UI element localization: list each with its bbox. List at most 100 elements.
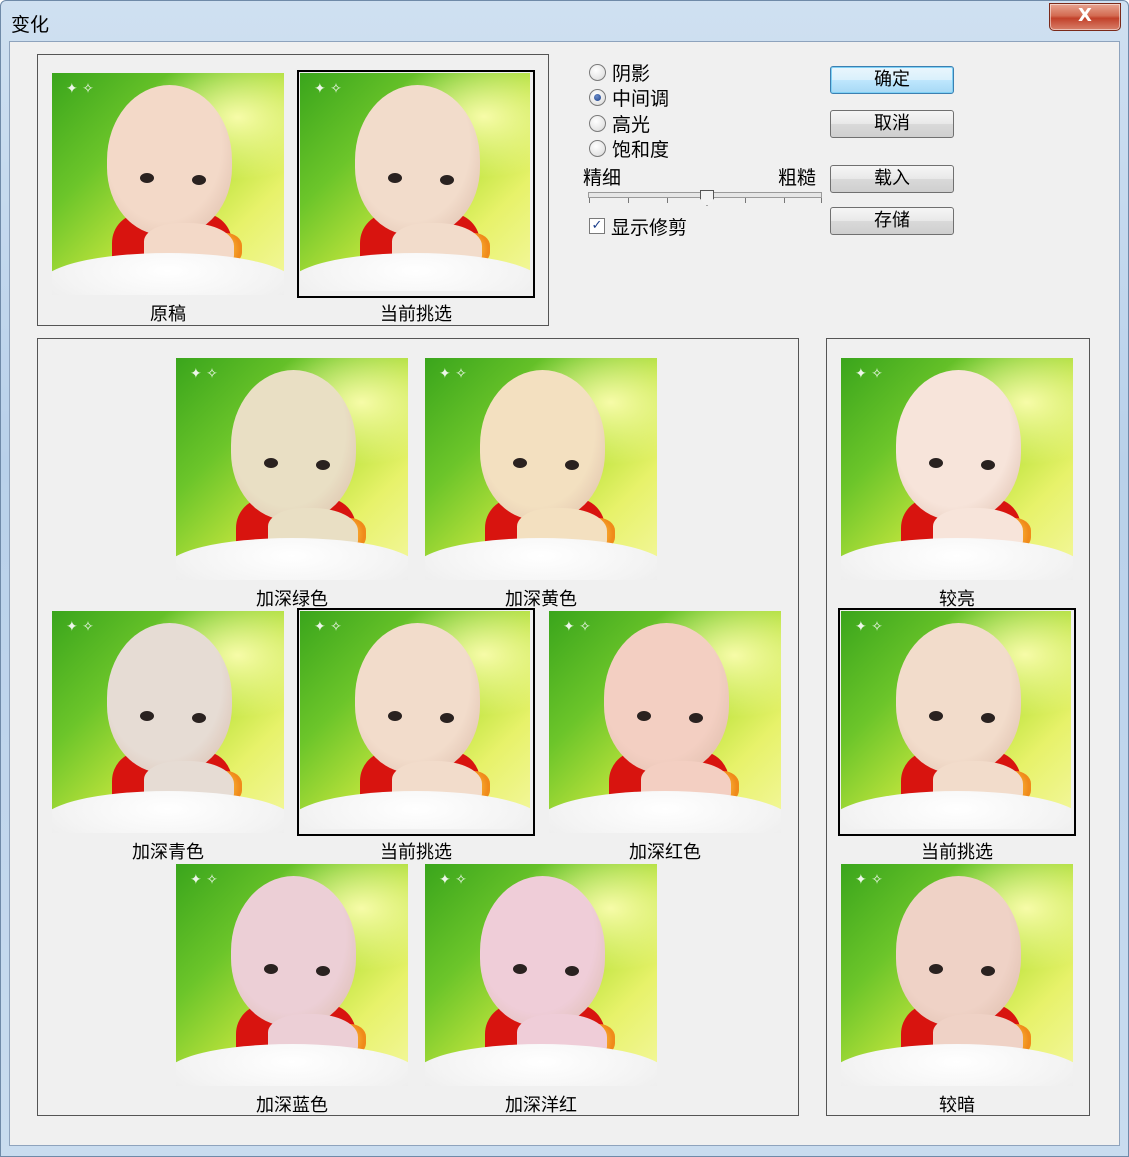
white-fur — [425, 1044, 657, 1086]
slider-tick — [784, 198, 785, 203]
baby-photo: ✦ ✧ — [841, 864, 1073, 1086]
baby-head — [896, 876, 1021, 1026]
sparkle-decoration: ✦ ✧ — [190, 366, 218, 382]
radio-shadows-label: 阴影 — [612, 62, 651, 85]
eye — [981, 713, 995, 723]
white-fur — [176, 538, 408, 580]
show-clipping-checkbox-row[interactable]: ✓ 显示修剪 — [589, 215, 688, 239]
eye — [981, 966, 995, 976]
white-fur — [549, 791, 781, 833]
baby-photo: ✦ ✧ — [425, 864, 657, 1086]
radio-highlights-label: 高光 — [612, 113, 651, 136]
eye — [565, 966, 579, 976]
slider-tick — [667, 198, 668, 203]
more-red-caption: 加深红色 — [629, 842, 701, 863]
eye — [388, 711, 402, 721]
current-pick-thumbnail-right: ✦ ✧ — [838, 608, 1076, 836]
sparkle-decoration: ✦ ✧ — [855, 619, 883, 635]
darker-thumbnail[interactable]: ✦ ✧ — [841, 864, 1073, 1086]
sparkle-decoration: ✦ ✧ — [66, 619, 94, 635]
show-clipping-label: 显示修剪 — [611, 216, 688, 239]
eye — [440, 713, 454, 723]
more-magenta-thumbnail[interactable]: ✦ ✧ — [425, 864, 657, 1086]
baby-photo: ✦ ✧ — [549, 611, 781, 833]
radio-midtones[interactable]: 中间调 — [589, 86, 670, 110]
more-blue-caption: 加深蓝色 — [256, 1095, 328, 1116]
variations-dialog: 变化 X 阴影 中间调 高光 饱和度 精细 粗糙 ✓ 显示修剪 确定 取消 载入… — [0, 0, 1129, 1157]
load-button[interactable]: 载入 — [830, 165, 954, 193]
slider-max-label: 粗糙 — [778, 167, 817, 189]
more-blue-thumbnail[interactable]: ✦ ✧ — [176, 864, 408, 1086]
baby-photo: ✦ ✧ — [425, 358, 657, 580]
close-button[interactable]: X — [1049, 3, 1121, 31]
eye — [513, 458, 527, 468]
white-fur — [425, 538, 657, 580]
sparkle-decoration: ✦ ✧ — [563, 619, 591, 635]
baby-head — [107, 623, 232, 773]
more-red-thumbnail[interactable]: ✦ ✧ — [549, 611, 781, 833]
baby-photo: ✦ ✧ — [52, 73, 284, 295]
more-magenta-caption: 加深洋红 — [505, 1095, 577, 1116]
baby-head — [231, 876, 356, 1026]
sparkle-decoration: ✦ ✧ — [314, 619, 342, 635]
radio-shadows-button[interactable] — [589, 63, 606, 81]
original-caption: 原稿 — [150, 304, 186, 325]
eye — [929, 458, 943, 468]
eye — [140, 173, 154, 183]
current-pick-thumbnail-center: ✦ ✧ — [297, 608, 535, 836]
white-fur — [841, 538, 1073, 580]
eye — [316, 460, 330, 470]
eye — [316, 966, 330, 976]
baby-head — [355, 623, 480, 773]
eye — [929, 711, 943, 721]
more-green-thumbnail[interactable]: ✦ ✧ — [176, 358, 408, 580]
baby-head — [896, 623, 1021, 773]
radio-shadows[interactable]: 阴影 — [589, 61, 651, 85]
ok-button[interactable]: 确定 — [830, 66, 954, 94]
radio-midtones-label: 中间调 — [612, 87, 670, 110]
save-button[interactable]: 存储 — [830, 207, 954, 235]
baby-photo: ✦ ✧ — [52, 611, 284, 833]
eye — [388, 173, 402, 183]
current-pick-caption-right: 当前挑选 — [921, 842, 993, 863]
white-fur — [841, 791, 1071, 829]
sparkle-decoration: ✦ ✧ — [439, 872, 467, 888]
show-clipping-checkbox[interactable]: ✓ — [589, 218, 605, 234]
eye — [929, 964, 943, 974]
radio-highlights-button[interactable] — [589, 114, 606, 132]
current-pick-caption-center: 当前挑选 — [380, 842, 452, 863]
eye — [689, 713, 703, 723]
baby-head — [355, 85, 480, 235]
eye — [140, 711, 154, 721]
baby-head — [231, 370, 356, 520]
fine-coarse-slider-thumb[interactable] — [700, 190, 714, 206]
baby-photo: ✦ ✧ — [841, 611, 1071, 829]
baby-head — [480, 370, 605, 520]
white-fur — [300, 791, 530, 829]
sparkle-decoration: ✦ ✧ — [855, 872, 883, 888]
slider-min-label: 精细 — [583, 167, 622, 189]
eye — [192, 713, 206, 723]
more-yellow-thumbnail[interactable]: ✦ ✧ — [425, 358, 657, 580]
white-fur — [176, 1044, 408, 1086]
eye — [264, 964, 278, 974]
baby-photo: ✦ ✧ — [176, 864, 408, 1086]
slider-tick — [745, 198, 746, 203]
sparkle-decoration: ✦ ✧ — [66, 81, 94, 97]
original-thumbnail: ✦ ✧ — [52, 73, 284, 295]
radio-highlights[interactable]: 高光 — [589, 112, 651, 136]
more-cyan-thumbnail[interactable]: ✦ ✧ — [52, 611, 284, 833]
radio-saturation-button[interactable] — [589, 139, 606, 157]
radio-midtones-button[interactable] — [589, 88, 606, 106]
title-bar[interactable]: 变化 X — [1, 1, 1128, 41]
cancel-button[interactable]: 取消 — [830, 110, 954, 138]
eye — [565, 460, 579, 470]
eye — [981, 460, 995, 470]
eye — [637, 711, 651, 721]
radio-saturation[interactable]: 饱和度 — [589, 137, 669, 161]
lighter-thumbnail[interactable]: ✦ ✧ — [841, 358, 1073, 580]
dialog-client-area: 阴影 中间调 高光 饱和度 精细 粗糙 ✓ 显示修剪 确定 取消 载入 存储 ✦… — [9, 41, 1120, 1146]
current-pick-thumbnail-top: ✦ ✧ — [297, 70, 535, 298]
sparkle-decoration: ✦ ✧ — [314, 81, 342, 97]
baby-head — [480, 876, 605, 1026]
